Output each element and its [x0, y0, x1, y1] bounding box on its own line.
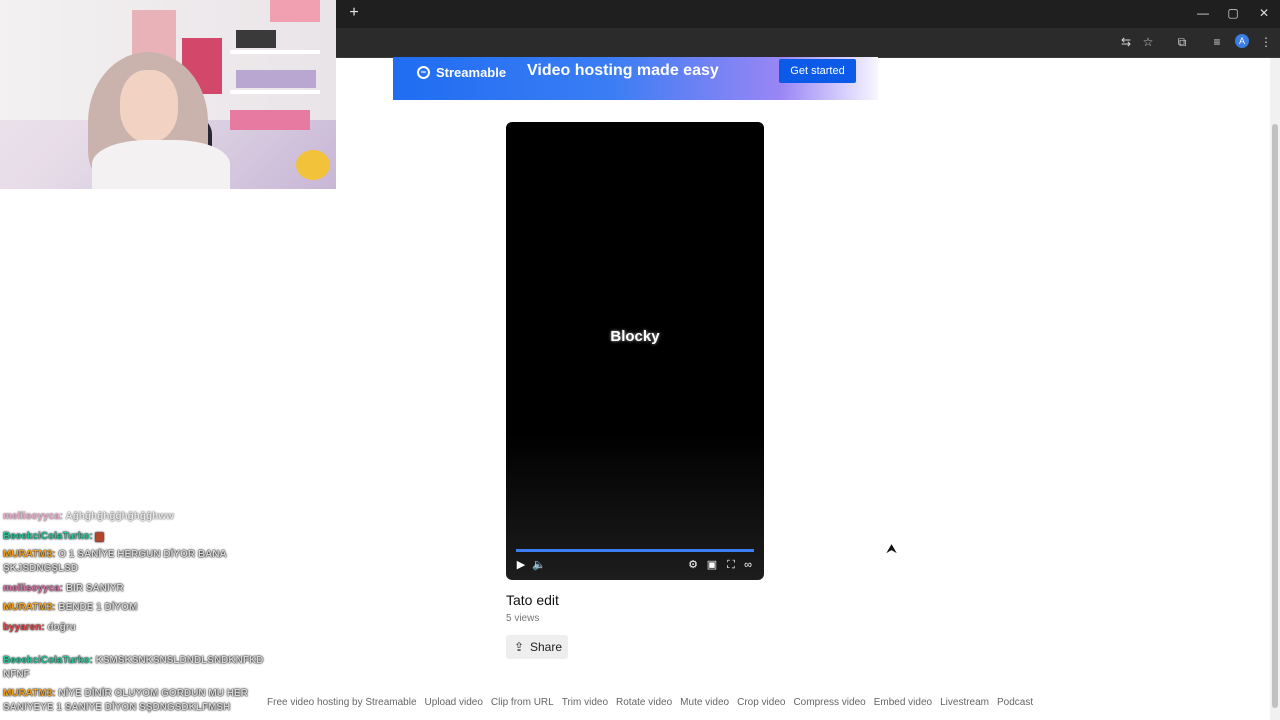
- footer-link[interactable]: Livestream: [940, 697, 989, 708]
- chat-username: MURATM3:: [3, 602, 56, 613]
- shelf-figures: [230, 110, 310, 130]
- footer-link[interactable]: Clip from URL: [491, 697, 554, 708]
- chat-text: KSMSKSNKSNSLDNDLSNDKNFKD: [95, 655, 264, 666]
- close-window-button[interactable]: ✕: [1249, 4, 1279, 22]
- streamable-icon[interactable]: ∞: [741, 558, 755, 572]
- translate-icon[interactable]: ⇆: [1117, 33, 1135, 51]
- footer-link[interactable]: Compress video: [793, 697, 865, 708]
- star-icon[interactable]: ☆: [1139, 33, 1157, 51]
- progress-fill: [516, 549, 754, 552]
- profile-avatar[interactable]: A: [1235, 34, 1249, 48]
- volume-icon[interactable]: 🔈: [532, 558, 546, 572]
- chat-username: MURATM3:: [3, 549, 56, 560]
- banner-tagline: Video hosting made easy: [527, 62, 719, 79]
- chat-username: MURATM3:: [3, 688, 56, 699]
- shelf-figures: [236, 70, 316, 88]
- chat-text: O 1 SANİYE HERGUN DİYOR BANA: [58, 549, 227, 560]
- plush-toy: [296, 150, 330, 180]
- chat-username: mellisoyyca:: [3, 583, 64, 594]
- new-tab-button[interactable]: +: [345, 4, 363, 22]
- footer-link[interactable]: Upload video: [425, 697, 483, 708]
- footer-link[interactable]: Mute video: [680, 697, 729, 708]
- chat-message: MURATM3: BENDE 1 DİYOM: [3, 601, 265, 615]
- chat-text: ▆: [95, 531, 104, 542]
- chat-message: mellisoyyca: BIR SANIYR: [3, 582, 265, 596]
- get-started-button[interactable]: Get started: [779, 59, 856, 83]
- extensions-icon[interactable]: ⧉: [1173, 33, 1191, 51]
- play-icon[interactable]: ▶: [514, 558, 528, 572]
- shelf-figures: [236, 30, 276, 48]
- chat-text: NİYE DİNİR OLUYOM GORDUN MU HER: [58, 688, 248, 699]
- chat-text: Ağhğhğhğğhğhğğhww: [65, 511, 174, 522]
- progress-bar[interactable]: [516, 549, 754, 552]
- mouse-cursor-icon: ⮝: [886, 541, 898, 556]
- streamer-face: [120, 70, 178, 142]
- wall-shelf: [230, 50, 320, 54]
- share-icon: ⇪: [514, 640, 525, 654]
- footer-link[interactable]: Rotate video: [616, 697, 672, 708]
- footer-link[interactable]: Embed video: [874, 697, 932, 708]
- scrollbar-thumb[interactable]: [1272, 124, 1278, 708]
- footer-link[interactable]: Free video hosting by Streamable: [267, 697, 417, 708]
- chat-message: MURATM3: NİYE DİNİR OLUYOM GORDUN MU HER…: [3, 687, 265, 715]
- chat-text-continued: SANIYEYE 1 SANIYE DİYON SŞDNGSDKLFMSH: [3, 702, 231, 713]
- chat-message: MURATM3: O 1 SANİYE HERGUN DİYOR BANA ŞK…: [3, 548, 265, 576]
- chat-message: byyaren: doğru: [3, 621, 265, 635]
- chat-message: BeeekciColaTurko: KSMSKSNKSNSLDNDLSNDKNF…: [3, 654, 265, 682]
- wall-shelf: [230, 90, 320, 94]
- picture-in-picture-icon[interactable]: ▣: [705, 558, 719, 572]
- chat-text-continued: NFNF: [3, 669, 30, 680]
- streamable-banner[interactable]: ∞ Streamable Video hosting made easy Get…: [393, 57, 878, 100]
- chat-username: BeeekciColaTurko:: [3, 655, 93, 666]
- chat-message: BeeekciColaTurko: ▆: [3, 530, 265, 544]
- media-icon[interactable]: ≡: [1208, 33, 1226, 51]
- footer-links: Free video hosting by Streamable Upload …: [267, 697, 1041, 708]
- share-button[interactable]: ⇪ Share: [506, 635, 568, 659]
- chat-username: byyaren:: [3, 622, 45, 633]
- streamer-body: [92, 140, 230, 189]
- streamable-logo: ∞ Streamable: [417, 64, 506, 80]
- share-label: Share: [530, 640, 563, 654]
- chat-username: BeeekciColaTurko:: [3, 531, 93, 542]
- chat-text: BENDE 1 DİYOM: [58, 602, 138, 613]
- menu-icon[interactable]: ⋮: [1257, 33, 1275, 51]
- chat-text-continued: ŞKJSDNGŞLSD: [3, 563, 79, 574]
- video-player[interactable]: Blocky ▶ 🔈 ⚙ ▣ ⛶ ∞: [506, 122, 764, 580]
- chat-username: mellisoyyca:: [3, 511, 64, 522]
- streamable-logo-icon: ∞: [417, 65, 430, 79]
- footer-link[interactable]: Crop video: [737, 697, 785, 708]
- chat-message: mellisoyyca: Ağhğhğhğğhğhğğhww: [3, 510, 265, 524]
- minimize-button[interactable]: —: [1188, 4, 1218, 22]
- page-scrollbar[interactable]: [1270, 58, 1280, 720]
- chat-text: BIR SANIYR: [65, 583, 124, 594]
- video-overlay-text: Blocky: [610, 328, 660, 345]
- restore-button[interactable]: ▢: [1218, 4, 1248, 22]
- footer-link[interactable]: Podcast: [997, 697, 1033, 708]
- chat-text: doğru: [47, 622, 76, 633]
- wall-poster: [270, 0, 320, 22]
- footer-link[interactable]: Trim video: [562, 697, 608, 708]
- fullscreen-icon[interactable]: ⛶: [724, 558, 738, 572]
- banner-brand: Streamable: [436, 64, 507, 80]
- video-views: 5 views: [506, 613, 540, 624]
- webcam-overlay: [0, 0, 336, 189]
- video-title: Tato edit: [506, 592, 559, 608]
- settings-icon[interactable]: ⚙: [686, 558, 700, 572]
